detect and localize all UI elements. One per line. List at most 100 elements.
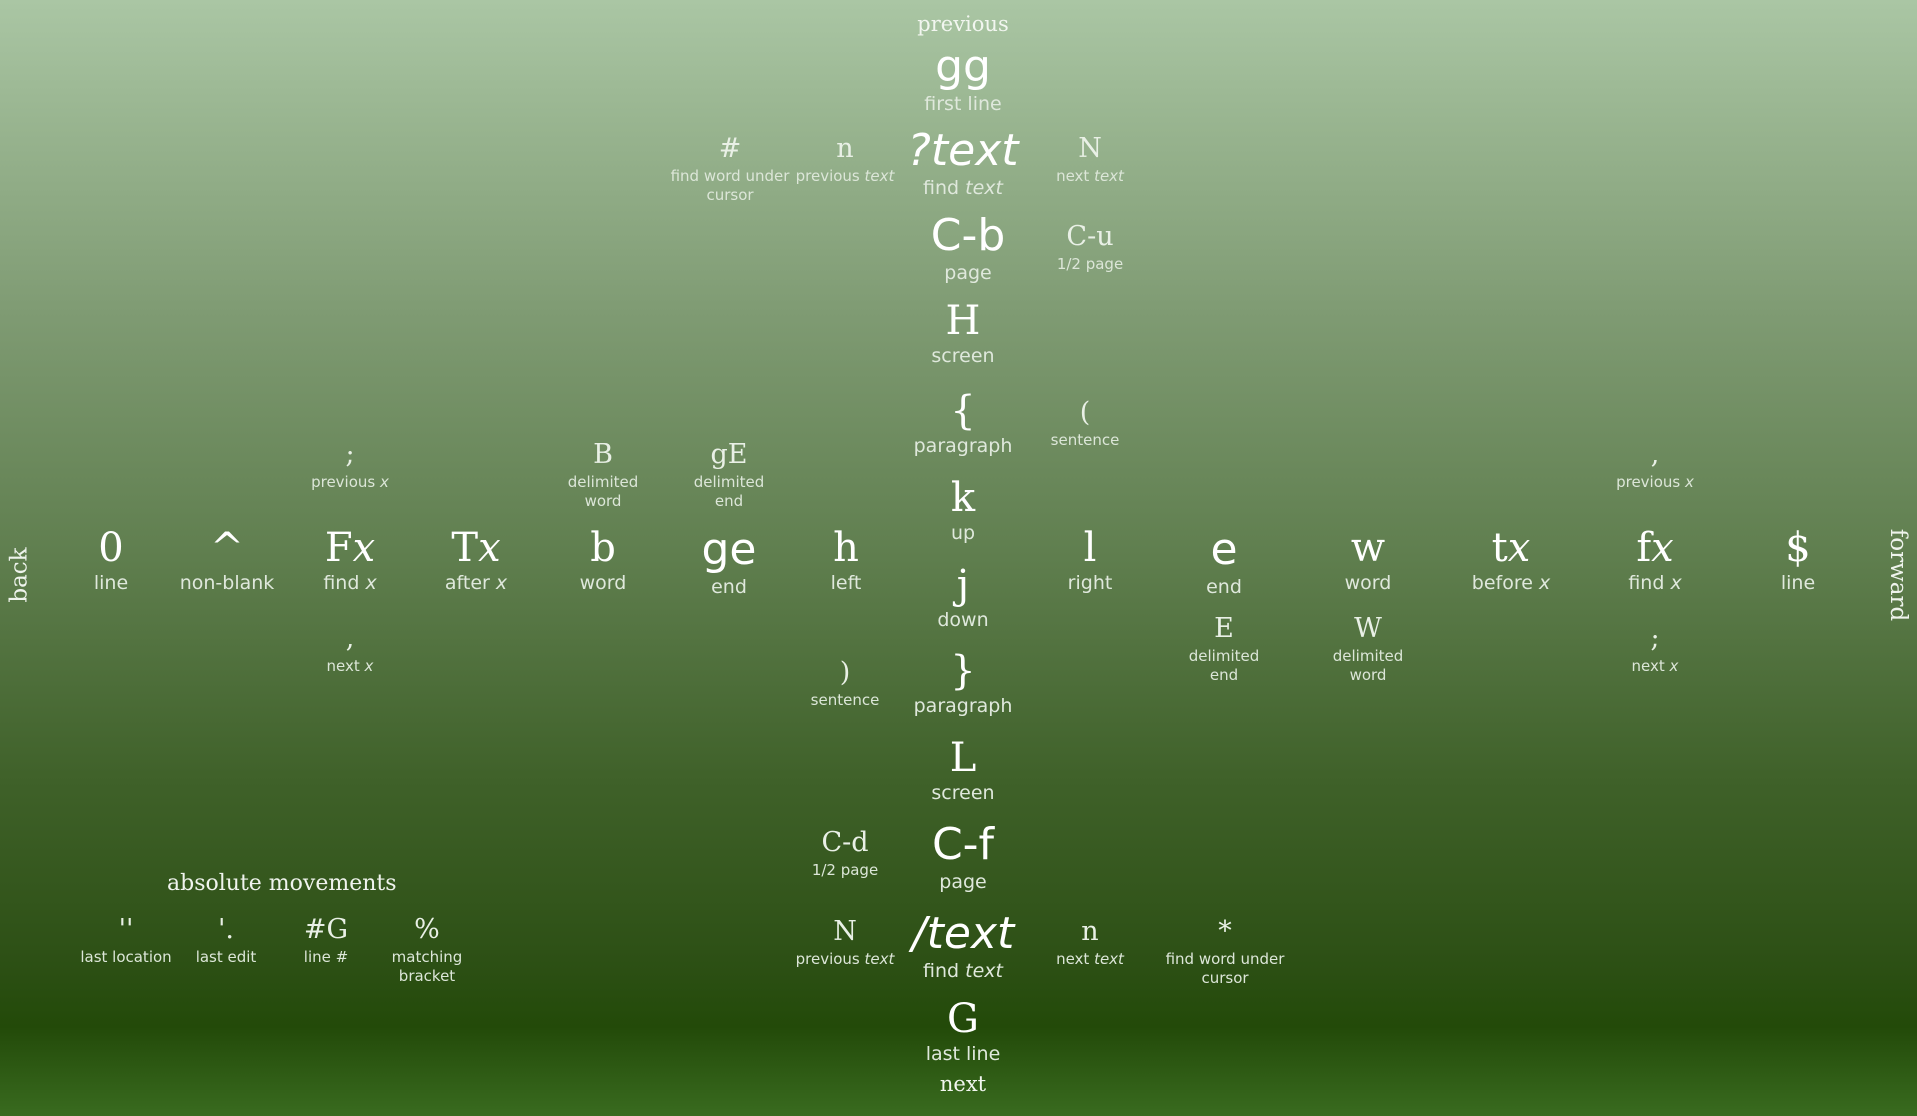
gE-desc: delimited end (693, 473, 765, 510)
hash-desc: find word under cursor (670, 167, 790, 204)
L-desc: screen (931, 782, 995, 804)
gE-command: gE delimited end (679, 440, 779, 511)
zero-key: 0 (98, 525, 124, 571)
b-desc: word (579, 572, 627, 594)
lbrace-desc: paragraph (913, 435, 1013, 457)
matching-bracket-desc: matching bracket (391, 948, 463, 985)
w-key: w (1350, 525, 1386, 571)
k-key: k (950, 475, 976, 521)
star-desc: find word under cursor (1165, 950, 1285, 987)
b-key: b (590, 525, 616, 571)
B-key: B (593, 439, 613, 470)
Tx-desc-var: x (495, 572, 508, 594)
ge-key: ge (701, 524, 757, 575)
last-edit-key: '. (217, 914, 234, 945)
matching-bracket-key: % (414, 914, 440, 945)
L-command: L screen (893, 737, 1033, 804)
lparen-key: ( (1079, 397, 1091, 428)
caret-command: ^ non-blank (157, 527, 297, 594)
L-key: L (949, 735, 977, 781)
paragraph-forward-command: } paragraph (893, 650, 1033, 717)
comma-next-key: , (345, 623, 355, 654)
cf-desc: page (939, 871, 987, 893)
search-forward-desc-var: text (965, 960, 1003, 982)
cd-key: C-d (821, 827, 869, 858)
W-desc: delimited word (1332, 647, 1404, 684)
W-key: W (1354, 613, 1382, 644)
gg-desc: first line (924, 93, 1002, 115)
caret-desc: non-blank (179, 572, 275, 594)
cu-key: C-u (1066, 221, 1114, 252)
fx-key: f (1636, 525, 1652, 571)
k-desc: up (950, 522, 976, 544)
e-key: e (1210, 524, 1238, 575)
E-desc: delimited end (1188, 647, 1260, 684)
paragraph-back-command: { paragraph (893, 390, 1033, 457)
line-number-desc-var: # (335, 948, 349, 966)
ge-desc: end (711, 576, 747, 598)
E-command: E delimited end (1174, 614, 1274, 685)
dollar-command: $ line (1738, 527, 1858, 594)
cb-command: C-b page (898, 213, 1038, 284)
Fx-key-var: x (352, 525, 376, 571)
n-previous-desc-var: text (864, 167, 895, 185)
sentence-back-command: ( sentence (1025, 398, 1145, 450)
Fx-command: Fx find x (290, 527, 410, 594)
w-desc: word (1344, 572, 1392, 594)
j-key: j (956, 562, 970, 608)
Tx-key-var: x (478, 525, 501, 571)
search-backward-desc-var: text (965, 177, 1003, 199)
absolute-movements-title: absolute movements (167, 871, 397, 896)
Tx-key: T (451, 525, 479, 571)
G-desc: last line (925, 1043, 1001, 1065)
G-key: G (947, 996, 979, 1042)
line-number-key: #G (303, 914, 349, 945)
l-key: l (1083, 525, 1097, 571)
h-command: h left (786, 527, 906, 594)
sentence-forward-command: ) sentence (785, 658, 905, 710)
dollar-desc: line (1780, 572, 1816, 594)
fx-key-var: x (1651, 525, 1674, 571)
Tx-desc: after (444, 572, 496, 594)
lbrace-key: { (950, 388, 976, 434)
back-label: back (6, 547, 33, 603)
cf-command: C-f page (893, 822, 1033, 893)
n-next-desc: next (1056, 950, 1095, 968)
H-command: H screen (893, 300, 1033, 367)
semicolon-next-desc-var: x (1669, 657, 1679, 675)
h-desc: left (830, 572, 862, 594)
dollar-key: $ (1785, 525, 1811, 571)
tx-desc-var: x (1538, 572, 1551, 594)
hash-key: # (718, 133, 742, 164)
Fx-desc-var: x (365, 572, 377, 594)
cb-desc: page (944, 262, 992, 284)
N-next-command: N next text (1030, 134, 1150, 186)
N-previous-desc: previous (795, 950, 865, 968)
comma-previous-command: , previous x (1595, 440, 1715, 492)
comma-previous-desc: previous (1616, 473, 1685, 491)
last-location-key: '' (118, 914, 134, 945)
N-previous-command: N previous text (785, 917, 905, 969)
n-next-desc-var: text (1094, 950, 1124, 968)
cu-command: C-u 1/2 page (1030, 222, 1150, 274)
next-label: next (939, 1072, 987, 1096)
rparen-key: ) (839, 657, 851, 688)
e-desc: end (1206, 576, 1242, 598)
previous-label: previous (917, 12, 1009, 36)
rbrace-key: } (950, 648, 976, 694)
N-next-desc: next (1056, 167, 1095, 185)
n-next-key: n (1081, 916, 1099, 947)
comma-previous-desc-var: x (1685, 473, 1694, 491)
G-command: G last line (893, 998, 1033, 1065)
semicolon-next-desc: next (1631, 657, 1670, 675)
fx-desc-var: x (1670, 572, 1682, 594)
N-next-key: N (1078, 133, 1102, 164)
semicolon-next-key: ; (1650, 623, 1660, 654)
star-command: * find word under cursor (1165, 917, 1285, 988)
tx-desc: before (1471, 572, 1539, 594)
cd-command: C-d 1/2 page (785, 828, 905, 880)
Fx-key: F (324, 525, 353, 571)
cf-key: C-f (931, 819, 995, 870)
comma-next-desc-var: x (364, 657, 374, 675)
zero-desc: line (93, 572, 129, 594)
